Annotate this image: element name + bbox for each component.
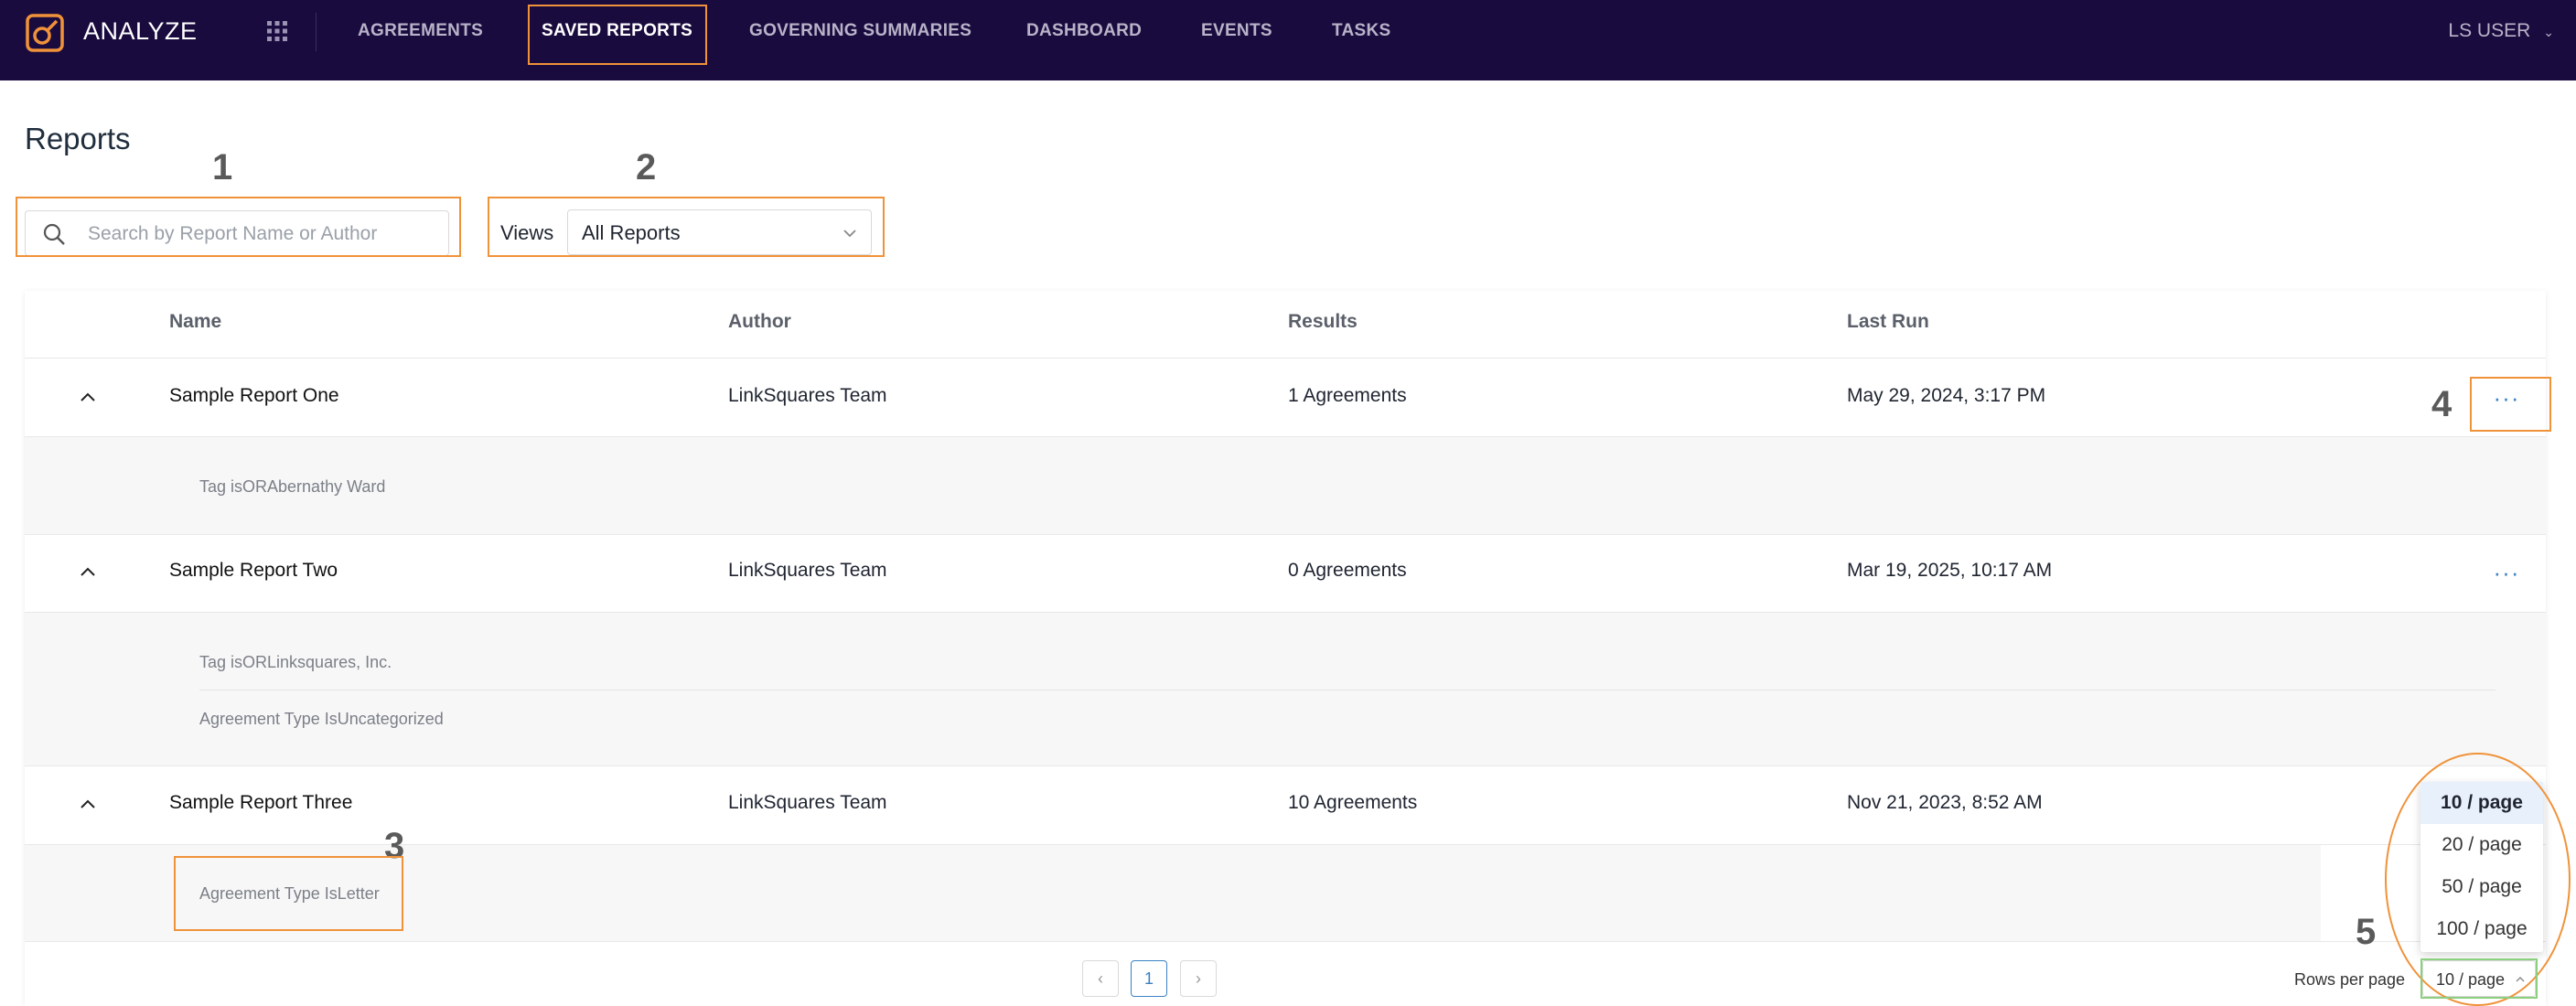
report-last-run: Mar 19, 2025, 10:17 AM	[1847, 560, 2053, 581]
column-header-last-run[interactable]: Last Run	[1847, 311, 1929, 333]
report-results: 0 Agreements	[1288, 560, 1407, 581]
report-results: 1 Agreements	[1288, 385, 1407, 406]
annotation-box-saved-reports	[528, 5, 707, 65]
collapse-row-icon[interactable]	[78, 387, 98, 407]
row-divider	[25, 765, 2546, 766]
nav-governing-summaries[interactable]: GOVERNING SUMMARIES	[749, 0, 971, 64]
collapse-row-icon[interactable]	[78, 794, 98, 814]
report-name[interactable]: Sample Report One	[169, 385, 339, 407]
nav-events[interactable]: EVENTS	[1201, 0, 1272, 64]
page-title: Reports	[25, 122, 131, 155]
annotation-box-3	[174, 856, 403, 931]
report-filter-panel	[25, 437, 2546, 534]
report-name[interactable]: Sample Report Two	[169, 560, 338, 582]
header-divider	[25, 358, 2546, 359]
report-results: 10 Agreements	[1288, 792, 1418, 813]
report-filter: Tag isORLinksquares, Inc.	[199, 653, 392, 671]
column-header-name[interactable]: Name	[169, 311, 221, 333]
row-divider	[25, 941, 2546, 942]
nav-dashboard[interactable]: DASHBOARD	[1026, 0, 1142, 64]
annotation-box-1	[16, 197, 461, 257]
next-page-button[interactable]: ›	[1180, 960, 1217, 997]
report-filter: Agreement Type IsUncategorized	[199, 710, 444, 728]
report-last-run: Nov 21, 2023, 8:52 AM	[1847, 792, 2043, 813]
annotation-number-1: 1	[212, 147, 233, 187]
nav-agreements[interactable]: AGREEMENTS	[358, 0, 483, 64]
report-author: LinkSquares Team	[728, 385, 887, 406]
chevron-down-icon: ⌄	[2543, 25, 2554, 39]
report-author: LinkSquares Team	[728, 560, 887, 581]
apps-grid-icon[interactable]	[266, 20, 288, 42]
app-title: ANALYZE	[83, 17, 198, 45]
annotation-number-5: 5	[2356, 912, 2377, 952]
nav-tasks[interactable]: TASKS	[1332, 0, 1390, 64]
top-nav-bar: ANALYZE AGREEMENTS SAVED REPORTS GOVERNI…	[0, 0, 2576, 80]
user-label: LS USER	[2448, 20, 2531, 41]
logo-icon[interactable]	[25, 13, 65, 53]
more-actions-icon[interactable]: ···	[2490, 561, 2523, 588]
annotation-box-2	[488, 197, 885, 257]
user-menu[interactable]: LS USER ⌄	[2448, 0, 2554, 64]
rows-per-page-label: Rows per page	[2294, 970, 2406, 989]
annotation-box-5	[2420, 958, 2538, 999]
collapse-row-icon[interactable]	[78, 562, 98, 582]
report-filter: Tag isORAbernathy Ward	[199, 477, 386, 496]
report-last-run: May 29, 2024, 3:17 PM	[1847, 385, 2046, 406]
prev-page-button[interactable]: ‹	[1082, 960, 1119, 997]
annotation-number-4: 4	[2431, 384, 2453, 424]
nav-divider	[316, 13, 317, 51]
annotation-number-2: 2	[636, 147, 657, 187]
report-name[interactable]: Sample Report Three	[169, 792, 352, 814]
report-author: LinkSquares Team	[728, 792, 887, 813]
row-divider	[25, 534, 2546, 535]
annotation-box-4	[2470, 377, 2551, 432]
column-header-results[interactable]: Results	[1288, 311, 1358, 333]
page-1-button[interactable]: 1	[1131, 960, 1167, 997]
column-header-author[interactable]: Author	[728, 311, 791, 333]
